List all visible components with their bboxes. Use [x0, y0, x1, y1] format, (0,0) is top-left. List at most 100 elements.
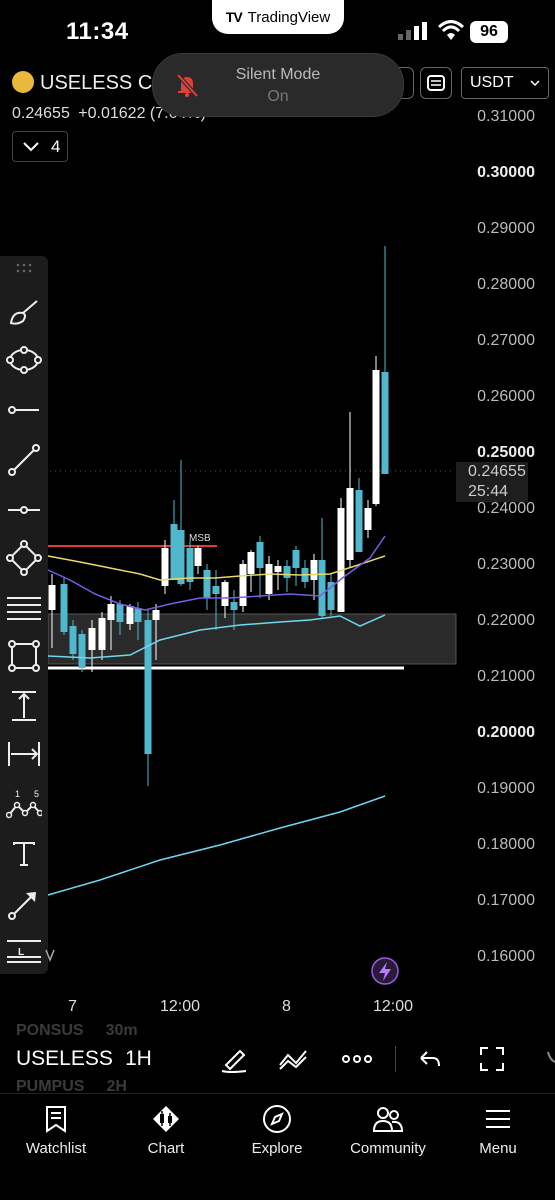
candle-body [372, 370, 380, 504]
symbol-picker[interactable]: USELESS [16, 1047, 113, 1071]
brush-tool-button[interactable] [4, 292, 44, 332]
candle [161, 540, 169, 594]
candle [346, 412, 354, 568]
candles-icon [153, 1106, 179, 1132]
nav-menu[interactable]: Menu [448, 1100, 548, 1157]
candle [310, 554, 318, 600]
svg-text:L: L [18, 947, 24, 958]
candle-body [116, 604, 124, 622]
candle-body [88, 628, 96, 650]
candle [364, 500, 372, 538]
candle-body [265, 564, 273, 594]
candle-body [247, 552, 255, 574]
candle-body [144, 620, 152, 754]
price-axis-label: 0.27000 [477, 332, 535, 349]
horizontal-line-icon [8, 506, 40, 514]
nav-label: Watchlist [25, 1140, 87, 1157]
ellipse-tool-button[interactable] [4, 340, 44, 380]
time-label: 12:00 [373, 998, 414, 1015]
candle-body [221, 582, 229, 606]
text-icon [13, 842, 35, 866]
candle-body [48, 585, 56, 610]
candles-group [48, 246, 389, 786]
time-label: 7 [68, 998, 77, 1015]
toolbar-drag-handle[interactable] [4, 256, 44, 280]
pattern-icon [6, 540, 42, 576]
candle-body [346, 488, 354, 560]
drawing-toolbar: 15 L [0, 256, 48, 974]
candle-body [212, 586, 220, 594]
nav-community[interactable]: Community [338, 1100, 438, 1157]
candle-body [283, 566, 291, 578]
candle [292, 546, 300, 586]
pattern-tool-button[interactable] [4, 538, 44, 578]
grip-icon [16, 263, 32, 273]
candle-body [337, 508, 345, 612]
candle-body [381, 372, 389, 474]
current-price-tag: 0.24655 25:44 [456, 462, 528, 502]
fib-retracement-icon [7, 597, 41, 620]
xabcd-tool-button[interactable]: 15 [4, 784, 44, 824]
undo-button[interactable] [412, 1043, 448, 1075]
candle-body [239, 564, 247, 606]
timeframe-picker[interactable]: 1H [125, 1047, 152, 1071]
candle-body [186, 548, 194, 582]
price-axis-label: 0.28000 [477, 276, 535, 293]
long-position-tool-button[interactable]: L [4, 932, 44, 972]
fib-tool-button[interactable] [4, 588, 44, 628]
draw-tool-button[interactable] [216, 1043, 252, 1075]
more-button[interactable] [339, 1043, 375, 1075]
price-axis-label: 0.31000 [477, 108, 535, 125]
trend-line-tool-button[interactable] [4, 440, 44, 480]
current-price-value: 0.24655 [468, 463, 526, 480]
candle [60, 578, 68, 635]
fullscreen-button[interactable] [474, 1043, 510, 1075]
candle-body [177, 530, 185, 584]
time-label: 8 [282, 998, 291, 1015]
undo-icon [420, 1051, 440, 1067]
candle [170, 500, 178, 580]
price-axis-label: 0.18000 [477, 836, 535, 853]
nav-watchlist[interactable]: Watchlist [6, 1100, 106, 1157]
candle [327, 574, 335, 616]
price-axis-label: 0.19000 [477, 780, 535, 797]
candle-body [364, 508, 372, 530]
indicators-button[interactable] [276, 1043, 312, 1075]
ghost-symbol-above: PONSUS 30m [16, 1022, 138, 1039]
candle-body [60, 584, 68, 632]
candle-body [292, 550, 300, 568]
horizontal-ray-tool-button[interactable] [4, 390, 44, 430]
price-range-tool-button[interactable] [4, 686, 44, 726]
rectangle-tool-button[interactable] [4, 636, 44, 676]
candle-body [274, 566, 282, 572]
price-axis-label: 0.16000 [477, 948, 535, 965]
fullscreen-icon [480, 1047, 504, 1071]
nav-label: Menu [479, 1140, 517, 1157]
nav-label: Explore [251, 1140, 303, 1157]
candle [265, 556, 273, 600]
text-tool-button[interactable] [4, 834, 44, 874]
price-axis-label: 0.22000 [477, 612, 535, 629]
price-range-icon [12, 691, 36, 721]
nav-divider [0, 1093, 555, 1094]
time-label: 12:00 [160, 998, 201, 1015]
candle [381, 246, 389, 474]
price-axis-label: 0.29000 [477, 220, 535, 237]
redo-button[interactable] [536, 1043, 555, 1075]
horizontal-line-tool-button[interactable] [4, 490, 44, 530]
bookmark-icon [46, 1106, 66, 1133]
toolbar-collapse-icon[interactable] [44, 948, 56, 962]
people-icon [372, 1107, 404, 1132]
nav-chart[interactable]: Chart [116, 1100, 216, 1157]
arrow-icon [8, 892, 36, 920]
candle-body [318, 560, 326, 616]
price-axis-label: 0.23000 [477, 556, 535, 573]
arrow-tool-button[interactable] [4, 884, 44, 924]
long-position-icon: L [7, 940, 41, 963]
nav-explore[interactable]: Explore [227, 1100, 327, 1157]
xabcd-pattern-icon: 15 [6, 789, 42, 819]
candle [221, 580, 229, 618]
candle-body [230, 602, 238, 610]
date-range-tool-button[interactable] [4, 734, 44, 774]
candle-body [98, 618, 106, 650]
